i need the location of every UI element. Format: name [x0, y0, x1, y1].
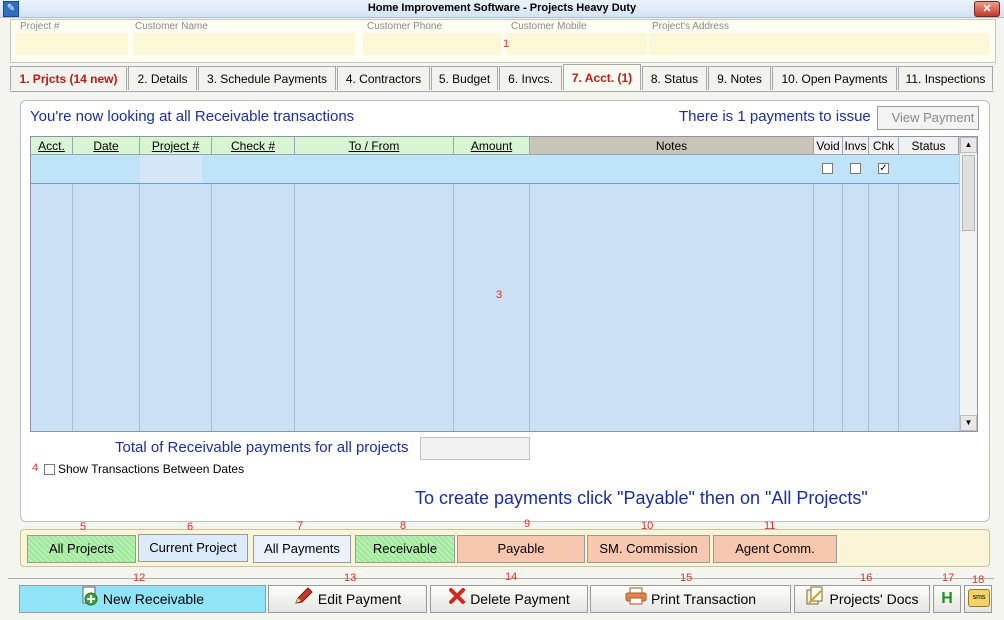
delete-payment-button[interactable]: Delete Payment: [430, 585, 588, 613]
col-check[interactable]: Check #: [212, 137, 295, 155]
scroll-thumb[interactable]: [962, 155, 975, 231]
customer-name-field[interactable]: [133, 33, 355, 55]
marker-12: 12: [133, 572, 146, 584]
new-receivable-button[interactable]: New Receivable: [19, 585, 266, 613]
tab-budget[interactable]: 5. Budget: [431, 66, 498, 90]
marker-5: 5: [80, 521, 87, 533]
chk-checkbox[interactable]: ✓: [878, 163, 889, 174]
print-transaction-label: Print Transaction: [650, 591, 757, 607]
customer-phone-field[interactable]: [363, 33, 501, 55]
tab-invoices[interactable]: 6. Invcs.: [499, 66, 562, 90]
col-notes[interactable]: Notes: [530, 137, 814, 155]
col-void[interactable]: Void: [814, 137, 843, 155]
marker-10: 10: [641, 520, 654, 532]
printer-icon: [625, 587, 647, 613]
marker-17: 17: [942, 572, 955, 584]
col-amount[interactable]: Amount: [454, 137, 530, 155]
col-project[interactable]: Project #: [140, 137, 212, 155]
new-receivable-label: New Receivable: [102, 591, 205, 607]
scroll-up-icon[interactable]: ▲: [960, 137, 977, 153]
delete-x-icon: [448, 587, 466, 613]
tab-schedule-payments[interactable]: 3. Schedule Payments: [198, 66, 336, 90]
instruction-text: To create payments click "Payable" then …: [415, 488, 868, 508]
edit-payment-button[interactable]: Edit Payment: [268, 585, 427, 613]
new-receivable-icon: [81, 586, 99, 614]
total-label: Total of Receivable payments for all pro…: [115, 439, 409, 456]
projects-docs-button[interactable]: Projects' Docs: [794, 585, 930, 613]
payable-button[interactable]: Payable: [457, 535, 585, 563]
current-project-button[interactable]: Current Project: [138, 534, 248, 562]
agent-commission-button[interactable]: Agent Comm.: [713, 535, 837, 563]
col-to-from[interactable]: To / From: [295, 137, 454, 155]
project-number-field[interactable]: [15, 33, 128, 55]
col-invs[interactable]: Invs: [843, 137, 869, 155]
pencil-icon: [294, 587, 314, 613]
delete-payment-label: Delete Payment: [470, 591, 570, 607]
customer-phone-label: Customer Phone: [367, 21, 443, 32]
customer-mobile-label: Customer Mobile: [511, 21, 587, 32]
edit-payment-label: Edit Payment: [317, 591, 402, 607]
marker-9: 9: [524, 518, 531, 530]
tab-notes[interactable]: 9. Notes: [708, 66, 771, 90]
address-label: Project's Address: [652, 21, 729, 32]
project-info-bar: Project # Customer Name Customer Phone C…: [10, 19, 996, 63]
sms-button[interactable]: sms: [964, 585, 992, 613]
print-transaction-button[interactable]: Print Transaction: [590, 585, 791, 613]
show-between-dates-checkbox[interactable]: [44, 464, 55, 475]
customer-mobile-field[interactable]: [507, 33, 647, 55]
projects-docs-label: Projects' Docs: [829, 591, 919, 607]
project-number-label: Project #: [20, 21, 60, 32]
payments-to-issue-text: There is 1 payments to issue: [679, 108, 871, 125]
sm-commission-button[interactable]: SM. Commission: [587, 535, 710, 563]
table-scrollbar[interactable]: ▲ ▼: [959, 137, 977, 431]
marker-16: 16: [860, 572, 873, 584]
tab-strip: 1. Prjcts (14 new) 2. Details 3. Schedul…: [10, 64, 994, 92]
tab-divider: [10, 91, 994, 92]
table-row[interactable]: ✓: [31, 155, 959, 184]
marker-13: 13: [344, 572, 357, 584]
tab-contractors[interactable]: 4. Contractors: [337, 66, 430, 90]
tab-projects[interactable]: 1. Prjcts (14 new): [10, 66, 127, 90]
col-date[interactable]: Date: [73, 137, 140, 155]
marker-7: 7: [297, 520, 304, 532]
marker-14: 14: [505, 571, 518, 583]
marker-8: 8: [400, 520, 407, 532]
marker-15: 15: [680, 572, 693, 584]
col-status[interactable]: Status: [899, 137, 959, 155]
address-field[interactable]: [649, 33, 989, 55]
receivable-heading: You're now looking at all Receivable tra…: [30, 108, 355, 125]
marker-11: 11: [764, 520, 776, 532]
documents-icon: [805, 586, 825, 614]
show-between-dates-label: Show Transactions Between Dates: [58, 462, 245, 476]
all-payments-button[interactable]: All Payments: [253, 535, 351, 563]
payments-table: Acct. Date Project # Check # To / From A…: [30, 136, 978, 432]
tab-accounting[interactable]: 7. Acct. (1): [563, 64, 641, 90]
view-payment-button[interactable]: View Payment: [877, 106, 979, 130]
customer-name-label: Customer Name: [135, 21, 208, 32]
invs-checkbox[interactable]: [850, 163, 861, 174]
col-chk[interactable]: Chk: [869, 137, 899, 155]
window-title: Home Improvement Software - Projects Hea…: [367, 2, 637, 14]
col-acct[interactable]: Acct.: [31, 137, 73, 155]
marker-1: 1: [503, 38, 510, 50]
void-checkbox[interactable]: [822, 163, 833, 174]
tab-inspections[interactable]: 11. Inspections: [898, 66, 993, 90]
receivable-button[interactable]: Receivable: [355, 535, 455, 563]
tab-open-payments[interactable]: 10. Open Payments: [772, 66, 897, 90]
marker-6: 6: [187, 521, 194, 533]
project-cell: [140, 155, 202, 183]
sms-icon: sms: [968, 589, 990, 607]
scroll-down-icon[interactable]: ▼: [960, 415, 977, 431]
tab-details[interactable]: 2. Details: [128, 66, 197, 90]
total-field: [420, 437, 530, 460]
all-projects-button[interactable]: All Projects: [27, 535, 136, 563]
tab-status[interactable]: 8. Status: [642, 66, 707, 90]
marker-4: 4: [32, 462, 39, 474]
marker-3: 3: [496, 289, 503, 301]
close-button[interactable]: ✕: [974, 1, 1000, 17]
help-button[interactable]: H: [933, 585, 961, 613]
